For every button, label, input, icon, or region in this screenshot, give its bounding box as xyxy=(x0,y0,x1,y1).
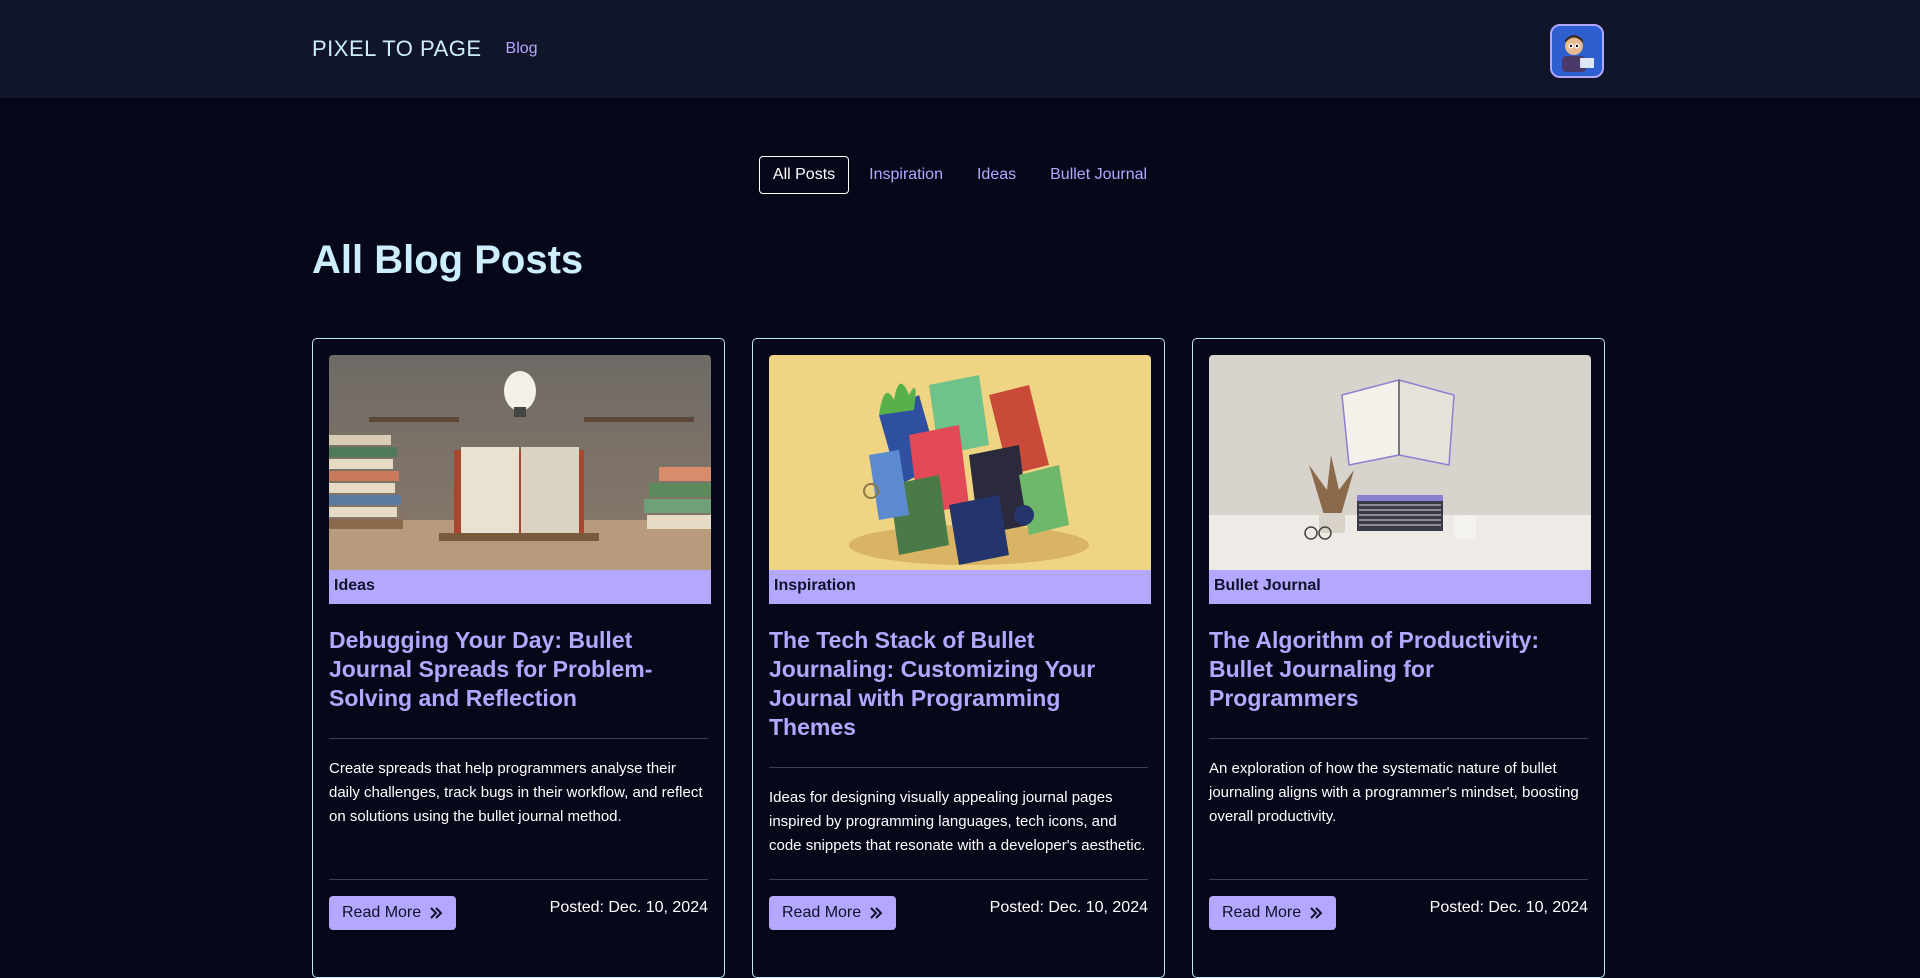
post-card: Ideas Debugging Your Day: Bullet Journal… xyxy=(312,338,725,978)
post-excerpt: An exploration of how the systematic nat… xyxy=(1209,760,1579,825)
post-card: Inspiration The Tech Stack of Bullet Jou… xyxy=(752,338,1165,978)
posted-date: Posted: Dec. 10, 2024 xyxy=(549,899,708,916)
nav-left: PIXEL TO PAGE Blog xyxy=(312,0,538,98)
post-excerpt: Ideas for designing visually appealing j… xyxy=(769,789,1146,854)
posted-date: Posted: Dec. 10, 2024 xyxy=(989,899,1148,916)
read-more-label: Read More xyxy=(1222,904,1302,921)
book-lightbulb-illustration-icon xyxy=(329,355,711,570)
post-excerpt: Create spreads that help programmers ana… xyxy=(329,760,703,825)
divider xyxy=(329,738,708,739)
post-footer: Read More Posted: Dec. 10, 2024 xyxy=(1209,879,1588,930)
filter-all-posts[interactable]: All Posts xyxy=(758,156,850,194)
category-badge: Ideas xyxy=(329,570,711,604)
navbar: PIXEL TO PAGE Blog xyxy=(0,0,1920,98)
post-footer: Read More Posted: Dec. 10, 2024 xyxy=(329,879,708,930)
post-footer: Read More Posted: Dec. 10, 2024 xyxy=(769,879,1148,930)
post-image[interactable] xyxy=(329,355,711,570)
read-more-button[interactable]: Read More xyxy=(1209,896,1337,930)
desk-notebook-illustration-icon xyxy=(1209,355,1591,570)
avatar[interactable] xyxy=(1550,24,1604,78)
post-title[interactable]: Debugging Your Day: Bullet Journal Sprea… xyxy=(329,626,708,713)
filter-bullet-journal[interactable]: Bullet Journal xyxy=(1036,156,1161,194)
filter-ideas[interactable]: Ideas xyxy=(963,156,1030,194)
post-card: Bullet Journal The Algorithm of Producti… xyxy=(1192,338,1605,978)
avatar-illustration-icon xyxy=(1552,26,1602,76)
post-title[interactable]: The Algorithm of Productivity: Bullet Jo… xyxy=(1209,626,1588,713)
post-title[interactable]: The Tech Stack of Bullet Journaling: Cus… xyxy=(769,626,1148,742)
posted-date: Posted: Dec. 10, 2024 xyxy=(1429,899,1588,916)
brand-link[interactable]: PIXEL TO PAGE xyxy=(312,36,482,62)
category-badge: Inspiration xyxy=(769,570,1151,604)
category-filters: All Posts Inspiration Ideas Bullet Journ… xyxy=(0,156,1920,194)
post-image[interactable] xyxy=(1209,355,1591,570)
page-title: All Blog Posts xyxy=(312,238,584,282)
divider xyxy=(769,767,1148,768)
double-chevron-right-icon xyxy=(1310,907,1323,919)
floating-notebooks-illustration-icon xyxy=(769,355,1151,570)
read-more-label: Read More xyxy=(342,904,422,921)
read-more-label: Read More xyxy=(782,904,862,921)
divider xyxy=(1209,738,1588,739)
filter-inspiration[interactable]: Inspiration xyxy=(855,156,957,194)
read-more-button[interactable]: Read More xyxy=(329,896,457,930)
double-chevron-right-icon xyxy=(430,907,443,919)
category-badge: Bullet Journal xyxy=(1209,570,1591,604)
double-chevron-right-icon xyxy=(870,907,883,919)
read-more-button[interactable]: Read More xyxy=(769,896,897,930)
post-image[interactable] xyxy=(769,355,1151,570)
nav-link-blog[interactable]: Blog xyxy=(506,40,538,58)
